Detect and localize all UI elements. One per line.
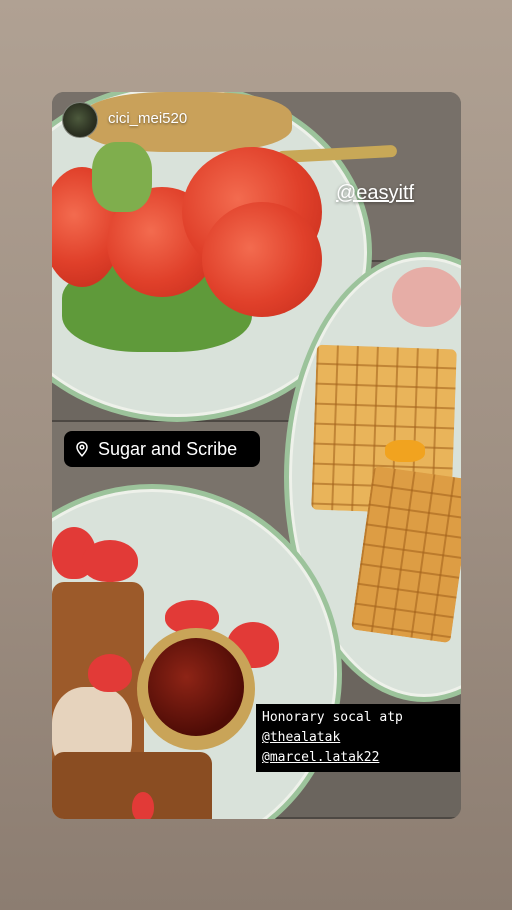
avatar[interactable]: [62, 102, 98, 138]
caption-box: Honorary socal atp @thealatak @marcel.la…: [256, 704, 460, 772]
caption-text: Honorary socal atp: [262, 710, 403, 725]
mention-sticker[interactable]: @easyitf: [336, 182, 414, 205]
strawberry: [132, 792, 154, 819]
strawberry: [82, 540, 138, 582]
microgreens: [92, 142, 152, 212]
strawberry: [88, 654, 132, 692]
username[interactable]: cici_mei520: [108, 110, 187, 127]
location-pin-icon: [76, 441, 88, 457]
location-label: Sugar and Scribe: [98, 438, 238, 459]
location-sticker[interactable]: Sugar and Scribe: [64, 431, 260, 467]
caption-mention[interactable]: @marcel.latak22: [262, 748, 454, 768]
maple-syrup: [148, 638, 244, 736]
orange-slice: [385, 440, 425, 462]
caption-mention[interactable]: @thealatak: [262, 728, 454, 748]
floral-pattern: [392, 267, 461, 327]
story-frame: cici_mei520 @easyitf Sugar and Scribe Ho…: [52, 92, 461, 819]
tomato-slice: [202, 202, 322, 317]
